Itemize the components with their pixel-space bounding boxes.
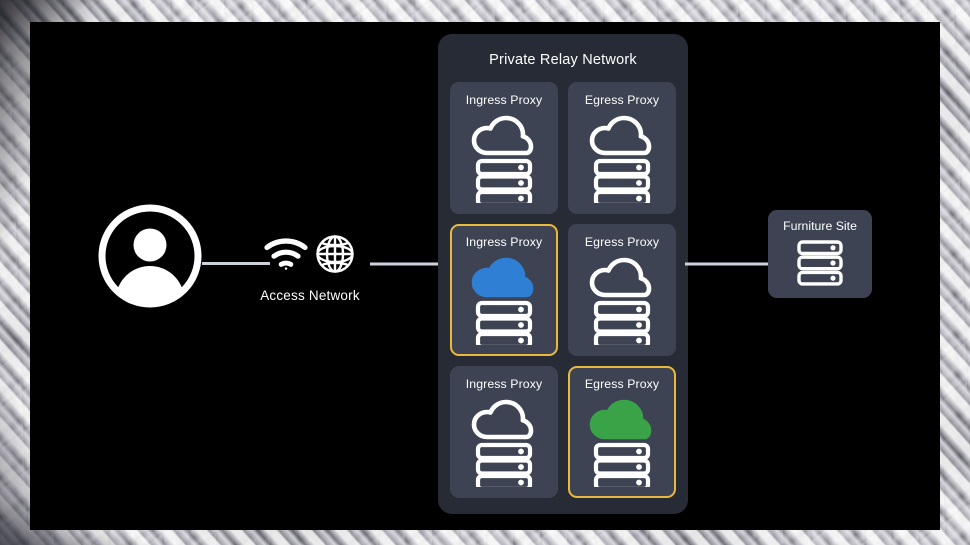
stone-background: Access Network Private Relay Network Ing… [0, 0, 970, 545]
furniture-site-card[interactable]: Furniture Site [768, 210, 872, 298]
proxy-card-grid: Ingress Proxy Egress Proxy Ingress Proxy… [450, 82, 676, 498]
wifi-icon [264, 237, 308, 276]
proxy-card-label: Ingress Proxy [465, 93, 543, 107]
proxy-card-label: Egress Proxy [584, 377, 660, 391]
cloud-server-icon [467, 111, 541, 208]
cloud-server-icon-green [585, 395, 659, 492]
cloud-server-icon [585, 111, 659, 208]
proxy-card-ingress-2-selected[interactable]: Ingress Proxy [450, 224, 558, 356]
cloud-server-icon-blue [467, 253, 541, 350]
proxy-card-label: Ingress Proxy [465, 235, 543, 249]
proxy-card-label: Egress Proxy [584, 93, 660, 107]
proxy-card-ingress-3[interactable]: Ingress Proxy [450, 366, 558, 498]
server-stack-icon [794, 239, 846, 287]
access-network-group: Access Network [255, 232, 365, 303]
slide-canvas: Access Network Private Relay Network Ing… [30, 22, 940, 530]
proxy-card-egress-3-selected[interactable]: Egress Proxy [568, 366, 676, 498]
globe-icon [314, 233, 356, 280]
access-network-label: Access Network [260, 288, 360, 303]
user-avatar-icon [98, 204, 202, 308]
proxy-card-label: Egress Proxy [584, 235, 660, 249]
cloud-server-icon [585, 253, 659, 350]
private-relay-network-panel: Private Relay Network Ingress Proxy Egre… [438, 34, 688, 514]
proxy-card-egress-2[interactable]: Egress Proxy [568, 224, 676, 356]
furniture-site-label: Furniture Site [783, 219, 857, 233]
proxy-card-egress-1[interactable]: Egress Proxy [568, 82, 676, 214]
panel-title: Private Relay Network [489, 52, 637, 68]
proxy-card-ingress-1[interactable]: Ingress Proxy [450, 82, 558, 214]
cloud-server-icon [467, 395, 541, 492]
proxy-card-label: Ingress Proxy [465, 377, 543, 391]
